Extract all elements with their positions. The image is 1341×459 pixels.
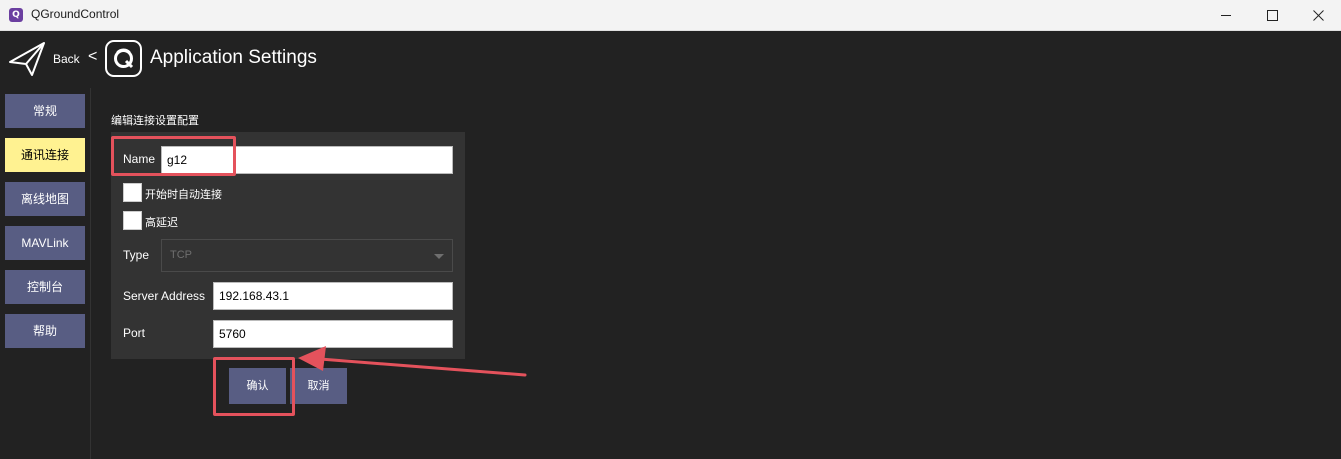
sidebar-divider [90,88,91,459]
server-address-field[interactable]: 192.168.43.1 [213,282,453,310]
close-button[interactable] [1295,0,1341,31]
section-title: 编辑连接设置配置 [111,115,199,127]
qgc-logo-icon [105,40,142,77]
autoconnect-checkbox[interactable] [123,183,142,202]
page-title: Application Settings [150,47,317,68]
qgc-app-icon: Q [9,8,23,22]
close-icon [1313,10,1324,21]
back-label[interactable]: Back [53,52,80,66]
sidebar-item-help[interactable]: 帮助 [5,314,85,348]
type-value: TCP [170,249,192,261]
high-latency-checkbox[interactable] [123,211,142,230]
minimize-button[interactable] [1203,0,1249,31]
annotation-highlight-ok [213,357,295,416]
autoconnect-label: 开始时自动连接 [145,189,222,201]
annotation-highlight-name [111,136,236,176]
maximize-button[interactable] [1249,0,1295,31]
title-bar: Q QGroundControl [0,0,1341,31]
type-label: Type [123,248,150,262]
sidebar-item-console[interactable]: 控制台 [5,270,85,304]
high-latency-label: 高延迟 [145,217,178,229]
sidebar-item-general[interactable]: 常规 [5,94,85,128]
window-title: QGroundControl [31,7,120,21]
port-label: Port [123,326,146,340]
sidebar-item-comm-links[interactable]: 通讯连接 [5,138,85,172]
app-window: Q QGroundControl Back < Application Sett… [0,0,1341,459]
server-address-label: Server Address [123,289,206,303]
back-chevron[interactable]: < [88,48,97,66]
type-select[interactable]: TCP [161,239,453,272]
chevron-down-icon [434,254,444,259]
sidebar-item-offline-maps[interactable]: 离线地图 [5,182,85,216]
sidebar-item-mavlink[interactable]: MAVLink [5,226,85,260]
paper-plane-icon[interactable] [8,40,46,78]
annotation-arrow-icon [298,346,527,377]
